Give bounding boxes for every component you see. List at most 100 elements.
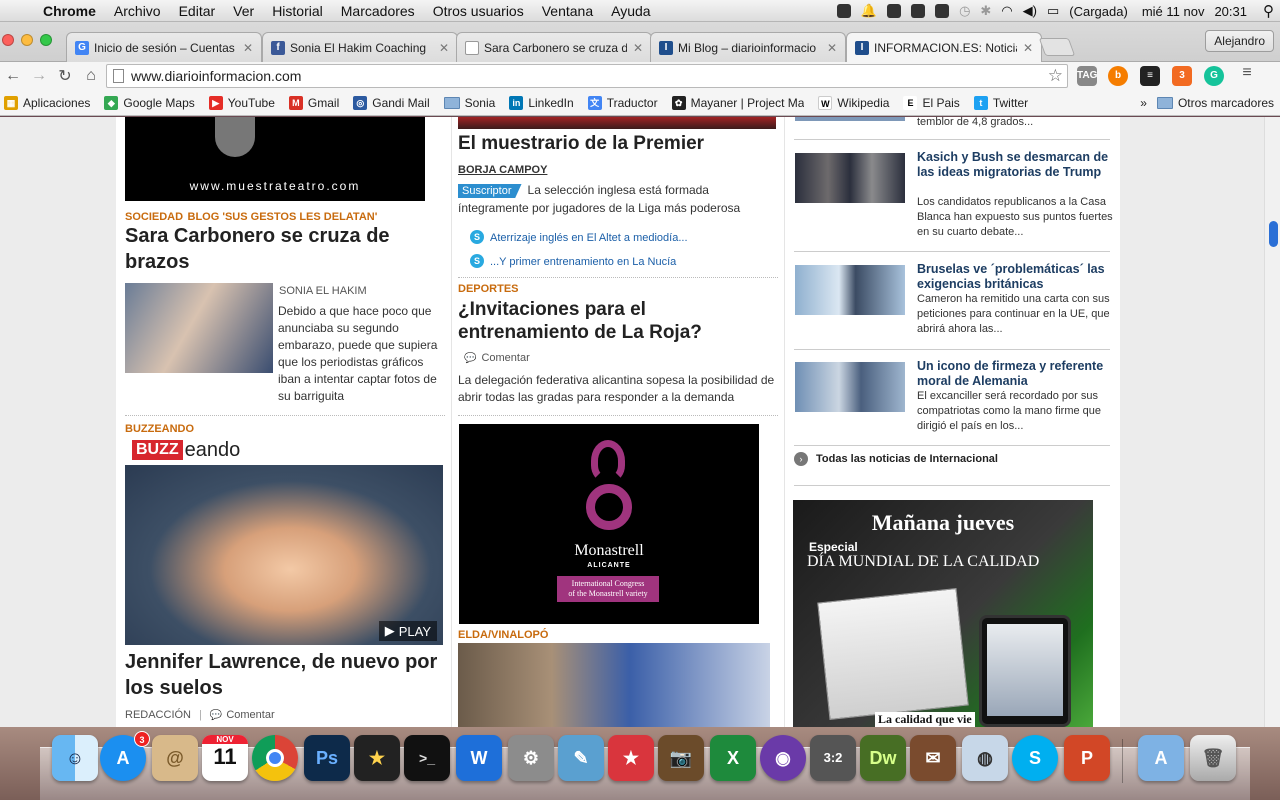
tab-inicio-sesion[interactable]: G Inicio de sesión – Cuentas ✕ [66,32,262,62]
display-tray-icon[interactable] [935,4,950,18]
forward-arrow-icon[interactable]: → [26,67,52,85]
calendar-icon[interactable]: NOV 11 [202,735,248,781]
battery-icon[interactable]: ▭ [1047,3,1059,19]
bookmark-gandi-mail[interactable]: ◎ Gandi Mail [353,95,430,110]
play-button[interactable]: ▶ PLAY [378,621,437,641]
memory-tray-icon[interactable] [911,4,926,18]
cameron-photo[interactable] [795,265,905,315]
menu-archivo[interactable]: Archivo [105,3,170,19]
headline-invitaciones-roja[interactable]: ¿Invitaciones para el entrenamiento de L… [458,298,776,344]
bookmark-aplicaciones[interactable]: ▦ Aplicaciones [4,95,90,110]
menu-otros-usuarios[interactable]: Otros usuarios [424,3,533,19]
tray-app-icon[interactable] [836,4,851,18]
kicker-sociedad[interactable]: SOCIEDAD [125,211,183,223]
dia-mundial-calidad-promo[interactable]: Mañana jueves Especial DÍA MUNDIAL DE LA… [793,500,1093,727]
home-icon[interactable]: ⌂ [78,67,104,85]
elda-vinalopo-photo[interactable] [458,643,770,727]
tab-mi-blog[interactable]: I Mi Blog – diarioinformacio ✕ [650,32,846,62]
comment-link[interactable]: Comentar [226,709,274,721]
spotlight-search-icon[interactable]: ⚲ [1263,2,1274,20]
terminal-icon[interactable]: >_ [404,735,450,781]
evernote-tray-icon[interactable] [887,4,902,18]
jennifer-lawrence-video-thumbnail[interactable]: ▶ PLAY [125,465,443,645]
bookmark-traductor[interactable]: 文 Traductor [587,95,658,110]
excel-icon[interactable]: X [710,735,756,781]
tag-extension-icon[interactable]: TAG [1077,66,1097,86]
calculator-icon[interactable]: 3:2 [810,735,856,781]
kicker-elda-vinalopo[interactable]: ELDA/VINALOPÓ [458,629,548,641]
mail-stamp-icon[interactable]: ✉ [910,735,956,781]
dreamweaver-icon[interactable]: Dw [860,735,906,781]
page-info-icon[interactable] [113,69,124,83]
bookmark-star-icon[interactable]: ☆ [1048,65,1063,87]
all-international-news-link[interactable]: › Todas las noticias de Internacional [794,452,998,466]
kicker-deportes[interactable]: DEPORTES [458,283,519,295]
menu-marcadores[interactable]: Marcadores [332,3,424,19]
close-window-button[interactable] [2,34,14,46]
battery-status[interactable]: (Cargada) [1069,4,1128,19]
tab-sara-carbonero[interactable]: Sara Carbonero se cruza de ✕ [456,32,652,62]
imovie-icon[interactable]: ★ [354,735,400,781]
time-machine-icon[interactable]: ◷ [959,3,970,19]
word-icon[interactable]: W [456,735,502,781]
menu-ayuda[interactable]: Ayuda [602,3,659,19]
back-arrow-icon[interactable]: ← [0,67,26,85]
xcode-icon[interactable]: ✎ [558,735,604,781]
applications-folder-icon[interactable]: A [1138,735,1184,781]
comment-link[interactable]: Comentar [481,352,529,364]
menu-editar[interactable]: Editar [170,3,225,19]
related-link-1[interactable]: S Aterrizaje inglés en El Altet a mediodí… [470,228,688,246]
kicker-buzzeando[interactable]: BUZZEANDO [125,423,194,435]
eclipse-icon[interactable]: ◉ [760,735,806,781]
clock-time[interactable]: 20:31 [1214,4,1247,19]
close-tab-icon[interactable]: ✕ [439,41,449,55]
powerpoint-icon[interactable]: P [1064,735,1110,781]
related-link-2[interactable]: S ...Y primer entrenamiento en La Nucía [470,252,676,270]
app-store-icon[interactable]: A3 [100,731,150,781]
bookmark-gmail[interactable]: M Gmail [288,95,339,110]
profile-button[interactable]: Alejandro [1205,30,1274,52]
bookmark-twitter[interactable]: t Twitter [973,95,1028,110]
kasich-bush-photo[interactable] [795,153,905,203]
premier-photo-strip[interactable] [458,117,776,129]
headline-muestrario-premier[interactable]: El muestrario de la Premier [458,131,776,157]
contacts-icon[interactable]: @ [152,735,198,781]
tab-informacion-noticias[interactable]: I INFORMACION.ES: Noticias ✕ [846,32,1042,63]
bookmark-youtube[interactable]: ▶ YouTube [208,95,275,110]
photoshop-icon[interactable]: Ps [304,735,350,781]
address-bar[interactable]: www.diarioinformacion.com ☆ [106,64,1068,88]
blogger-extension-icon[interactable]: b [1108,66,1128,86]
chrome-icon[interactable] [252,735,298,781]
headline-bruselas[interactable]: Bruselas ve ´problemáticas´ las exigenci… [917,262,1113,292]
monastrell-ad[interactable]: Monastrell ALICANTE International Congre… [459,424,759,624]
buzzeando-logo[interactable]: BUZZ eando [132,437,240,463]
close-tab-icon[interactable]: ✕ [243,41,253,55]
menu-app-chrome[interactable]: Chrome [34,3,105,19]
menu-historial[interactable]: Historial [263,3,332,19]
bookmark-el-pais[interactable]: E El Pais [903,95,960,110]
skype-icon[interactable]: S [1012,735,1058,781]
reload-icon[interactable]: ↻ [52,66,78,86]
headline-sara-carbonero[interactable]: Sara Carbonero se cruza de brazos [125,223,435,275]
tab-sonia-coaching[interactable]: f Sonia El Hakim Coaching ✕ [262,32,458,62]
chrome-menu-icon[interactable]: ≡ [1234,64,1260,82]
more-bookmarks-chevron-icon[interactable]: » [1140,96,1147,110]
grammarly-extension-icon[interactable]: G [1204,66,1224,86]
menu-ventana[interactable]: Ventana [533,3,602,19]
minimize-window-button[interactable] [21,34,33,46]
trash-icon[interactable]: 🗑 [1190,735,1236,781]
headline-jennifer-lawrence[interactable]: Jennifer Lawrence, de nuevo por los suel… [125,649,443,701]
schmidt-photo[interactable] [795,362,905,412]
wifi-icon[interactable]: ◠ [1001,3,1012,19]
headline-icono-firmeza[interactable]: Un icono de firmeza y referente moral de… [917,359,1113,389]
new-tab-button[interactable] [1038,38,1076,56]
page-scrollbar[interactable] [1264,117,1280,727]
clock-date[interactable]: mié 11 nov [1142,4,1205,19]
bookmark-mayaner[interactable]: ✿ Mayaner | Project Ma [671,95,804,110]
bookmark-linkedin[interactable]: in LinkedIn [509,95,574,110]
close-tab-icon[interactable]: ✕ [827,41,837,55]
close-tab-icon[interactable]: ✕ [633,41,643,55]
suscriptor-badge[interactable]: Suscriptor [458,184,522,198]
volume-icon[interactable]: ◀) [1023,3,1037,19]
buffer-extension-icon[interactable]: ≡ [1140,66,1160,86]
